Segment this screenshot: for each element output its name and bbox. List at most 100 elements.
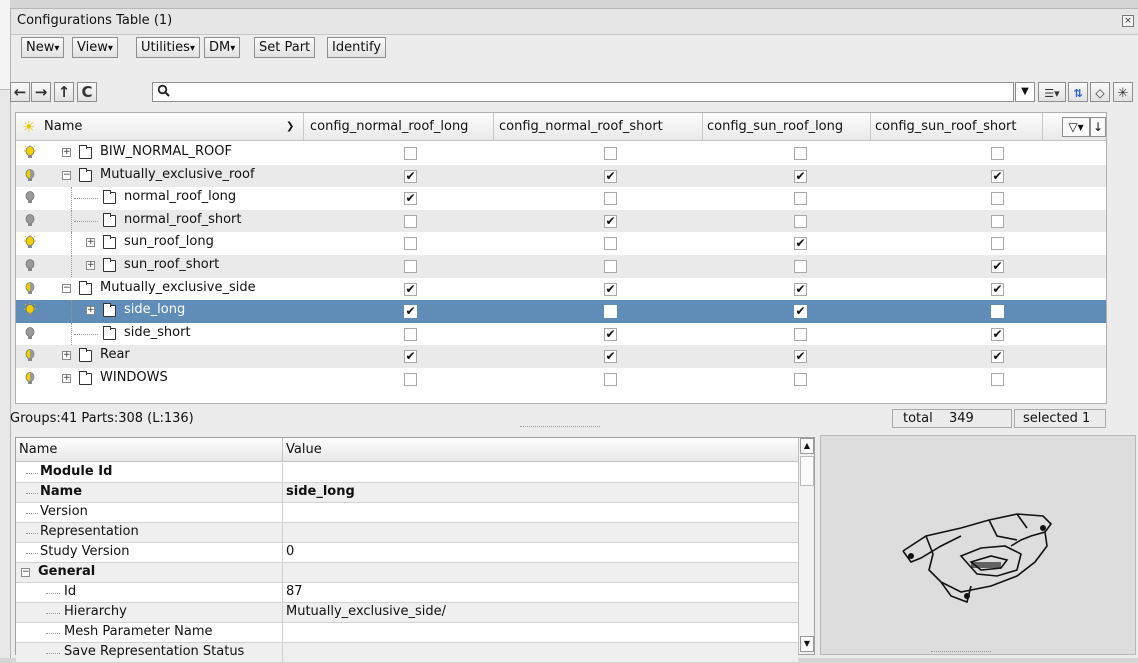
config-checkbox[interactable] <box>991 192 1004 206</box>
tree-expander-icon[interactable]: + <box>86 238 95 248</box>
column-header-config-sun-roof-long[interactable]: config_sun_roof_long <box>703 113 871 141</box>
config-checkbox[interactable] <box>794 260 807 273</box>
config-checkbox[interactable] <box>604 237 617 251</box>
chevron-down-icon[interactable]: ❯ <box>286 113 294 141</box>
visibility-bulb-icon[interactable] <box>24 168 36 184</box>
menu-button-utilities[interactable]: Utilities▾ <box>136 37 200 58</box>
column-header-config-normal-roof-short[interactable]: config_normal_roof_short <box>494 113 703 141</box>
tree-expander-icon[interactable]: + <box>86 306 95 316</box>
config-checkbox[interactable]: ✔ <box>604 327 617 341</box>
tree-expander-icon[interactable]: − <box>62 170 71 180</box>
tree-expander-icon[interactable]: + <box>62 148 71 157</box>
config-checkbox[interactable] <box>794 327 807 341</box>
sparkle-button[interactable]: ✳ <box>1113 82 1133 102</box>
config-checkbox[interactable] <box>404 327 417 341</box>
config-checkbox[interactable]: ✔ <box>991 260 1004 273</box>
sort-button[interactable]: ⇅ <box>1068 82 1088 102</box>
config-checkbox[interactable] <box>404 214 417 228</box>
config-checkbox[interactable] <box>991 373 1004 386</box>
table-row[interactable]: + WINDOWS <box>16 368 1106 391</box>
table-row[interactable]: side_short ✔ ✔ <box>16 322 1106 346</box>
visibility-bulb-icon[interactable] <box>24 326 36 342</box>
table-row[interactable]: + BIW_NORMAL_ROOF <box>16 142 1106 165</box>
config-checkbox[interactable]: ✔ <box>794 282 807 296</box>
table-row[interactable]: + Rear ✔ ✔ ✔ ✔ <box>16 345 1106 368</box>
config-checkbox[interactable]: ✔ <box>604 282 617 296</box>
property-row[interactable]: Save Representation Status <box>16 643 798 663</box>
visibility-bulb-icon[interactable] <box>24 258 36 274</box>
property-row[interactable]: Name side_long <box>16 483 798 503</box>
config-checkbox[interactable] <box>404 237 417 251</box>
scroll-up-button[interactable]: ▲ <box>800 438 814 454</box>
config-checkbox[interactable] <box>404 260 417 273</box>
column-header-config-normal-roof-long[interactable]: config_normal_roof_long <box>304 113 494 141</box>
tree-expander-icon[interactable]: − <box>62 283 71 293</box>
config-checkbox[interactable]: ✔ <box>404 282 417 296</box>
config-checkbox[interactable] <box>604 192 617 206</box>
config-checkbox[interactable] <box>604 260 617 273</box>
config-checkbox[interactable] <box>991 147 1004 160</box>
config-checkbox[interactable]: ✔ <box>604 169 617 183</box>
property-row[interactable]: Id 87 <box>16 583 798 603</box>
preview-resize-handle[interactable] <box>931 651 991 654</box>
property-row[interactable]: − General <box>16 563 798 583</box>
forward-button[interactable]: → <box>31 82 51 102</box>
config-checkbox[interactable] <box>604 373 617 386</box>
config-checkbox[interactable]: ✔ <box>794 350 807 364</box>
config-checkbox[interactable]: ✔ <box>404 350 417 364</box>
column-header-config-sun-roof-short[interactable]: config_sun_roof_short <box>871 113 1043 141</box>
part-preview-panel[interactable] <box>820 435 1136 655</box>
config-checkbox[interactable] <box>794 373 807 386</box>
menu-button-new[interactable]: New▾ <box>21 37 65 58</box>
config-checkbox[interactable]: ✔ <box>604 214 617 228</box>
property-row[interactable]: Study Version 0 <box>16 543 798 563</box>
config-checkbox[interactable]: ✔ <box>991 327 1004 341</box>
visibility-bulb-icon[interactable] <box>24 145 36 161</box>
visibility-bulb-icon[interactable] <box>24 190 36 206</box>
back-button[interactable]: ← <box>10 82 30 102</box>
table-row[interactable]: − Mutually_exclusive_side ✔ ✔ ✔ ✔ <box>16 278 1106 301</box>
visibility-bulb-icon[interactable] <box>24 371 36 387</box>
visibility-bulb-icon[interactable] <box>24 235 36 251</box>
tree-expander-icon[interactable]: + <box>62 351 71 361</box>
config-checkbox[interactable]: ✔ <box>991 350 1004 364</box>
config-checkbox[interactable] <box>794 214 807 228</box>
property-row[interactable]: Mesh Parameter Name <box>16 623 798 643</box>
tree-expander-icon[interactable]: + <box>86 261 95 270</box>
config-checkbox[interactable] <box>794 192 807 206</box>
scroll-down-button[interactable]: ▼ <box>800 636 814 652</box>
config-checkbox[interactable] <box>404 147 417 160</box>
table-row[interactable]: + sun_roof_long ✔ <box>16 232 1106 255</box>
search-dropdown-button[interactable]: ▼ <box>1015 82 1035 102</box>
table-row[interactable]: − Mutually_exclusive_roof ✔ ✔ ✔ ✔ <box>16 164 1106 188</box>
eraser-button[interactable]: ◇ <box>1090 82 1110 102</box>
config-checkbox[interactable] <box>404 373 417 386</box>
property-row[interactable]: Hierarchy Mutually_exclusive_side/ <box>16 603 798 623</box>
property-row[interactable]: Module Id <box>16 463 798 483</box>
visibility-bulb-icon[interactable] <box>24 213 36 229</box>
menu-button-view[interactable]: View▾ <box>72 37 118 58</box>
table-row[interactable]: normal_roof_long ✔ <box>16 187 1106 210</box>
table-row[interactable]: + side_long ✔ ✔ <box>16 300 1106 323</box>
up-button[interactable]: ↑ <box>54 82 74 102</box>
visibility-bulb-icon[interactable] <box>24 281 36 297</box>
config-checkbox[interactable] <box>794 147 807 160</box>
menu-button-identify[interactable]: Identify <box>327 37 387 58</box>
config-checkbox[interactable]: ✔ <box>404 192 417 206</box>
config-checkbox[interactable] <box>991 237 1004 251</box>
menu-button-dm[interactable]: DM▾ <box>204 37 241 58</box>
list-view-button[interactable]: ☰▾ <box>1038 82 1066 102</box>
config-checkbox[interactable] <box>991 305 1004 319</box>
config-checkbox[interactable] <box>991 214 1004 228</box>
config-checkbox[interactable]: ✔ <box>404 169 417 183</box>
sort-down-button[interactable]: ↓ <box>1090 117 1106 137</box>
visibility-bulb-icon[interactable] <box>24 303 36 319</box>
config-checkbox[interactable]: ✔ <box>794 237 807 251</box>
property-row[interactable]: Representation <box>16 523 798 543</box>
config-checkbox[interactable]: ✔ <box>794 169 807 183</box>
scroll-thumb[interactable] <box>800 456 814 486</box>
config-checkbox[interactable]: ✔ <box>404 305 417 319</box>
column-header-name[interactable]: ☀ Name ❯ <box>16 113 304 141</box>
splitter-handle[interactable] <box>520 426 600 429</box>
tree-expander-icon[interactable]: + <box>62 374 71 383</box>
